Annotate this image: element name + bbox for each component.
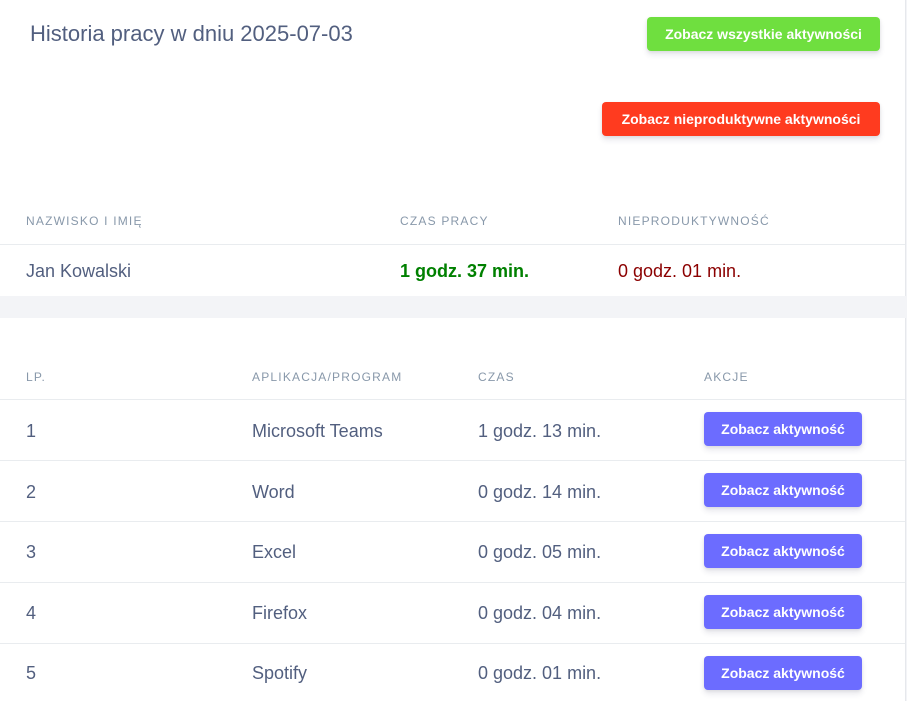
row-lp: 4 <box>26 603 37 623</box>
row-divider <box>0 521 905 522</box>
column-header-actions: AKCJE <box>704 370 749 384</box>
unproductive-time-value: 0 godz. 01 min. <box>618 261 742 281</box>
activities-card: LP. APLIKACJA/PROGRAM CZAS AKCJE 1 Micro… <box>0 318 906 701</box>
view-activity-button[interactable]: Zobacz aktywność <box>704 412 862 446</box>
row-application: Firefox <box>252 603 308 623</box>
row-application: Excel <box>252 542 297 562</box>
work-time-value: 1 godz. 37 min. <box>400 261 530 281</box>
page-title: Historia pracy w dniu 2025-07-03 <box>30 21 353 46</box>
summary-card: Historia pracy w dniu 2025-07-03 Zobacz … <box>0 0 906 296</box>
column-header-work-time: CZAS PRACY <box>400 214 489 228</box>
view-activity-button[interactable]: Zobacz aktywność <box>704 595 862 629</box>
row-application: Microsoft Teams <box>252 421 383 441</box>
row-application: Word <box>252 482 295 502</box>
column-header-unproductivity: NIEPRODUKTYWNOŚĆ <box>618 214 770 228</box>
row-divider <box>0 643 905 644</box>
column-header-lp: LP. <box>26 370 47 384</box>
row-time: 1 godz. 13 min. <box>478 421 602 441</box>
view-activity-button[interactable]: Zobacz aktywność <box>704 656 862 690</box>
header-divider <box>0 399 905 400</box>
row-time: 0 godz. 01 min. <box>478 663 602 683</box>
row-divider <box>0 582 905 583</box>
column-header-time: CZAS <box>478 370 515 384</box>
row-time: 0 godz. 14 min. <box>478 482 602 502</box>
view-unproductive-activities-button[interactable]: Zobacz nieproduktywne aktywności <box>602 102 880 136</box>
row-time: 0 godz. 05 min. <box>478 542 602 562</box>
row-application: Spotify <box>252 663 308 683</box>
employee-name: Jan Kowalski <box>26 261 132 281</box>
header-divider <box>0 244 905 245</box>
row-time: 0 godz. 04 min. <box>478 603 602 623</box>
row-divider <box>0 460 905 461</box>
row-lp: 5 <box>26 663 37 683</box>
row-lp: 2 <box>26 482 37 502</box>
view-activity-button[interactable]: Zobacz aktywność <box>704 473 862 507</box>
row-lp: 1 <box>26 421 37 441</box>
view-all-activities-button[interactable]: Zobacz wszystkie aktywności <box>647 17 880 51</box>
row-lp: 3 <box>26 542 37 562</box>
view-activity-button[interactable]: Zobacz aktywność <box>704 534 862 568</box>
column-header-name: NAZWISKO I IMIĘ <box>26 214 143 228</box>
column-header-application: APLIKACJA/PROGRAM <box>252 370 403 384</box>
